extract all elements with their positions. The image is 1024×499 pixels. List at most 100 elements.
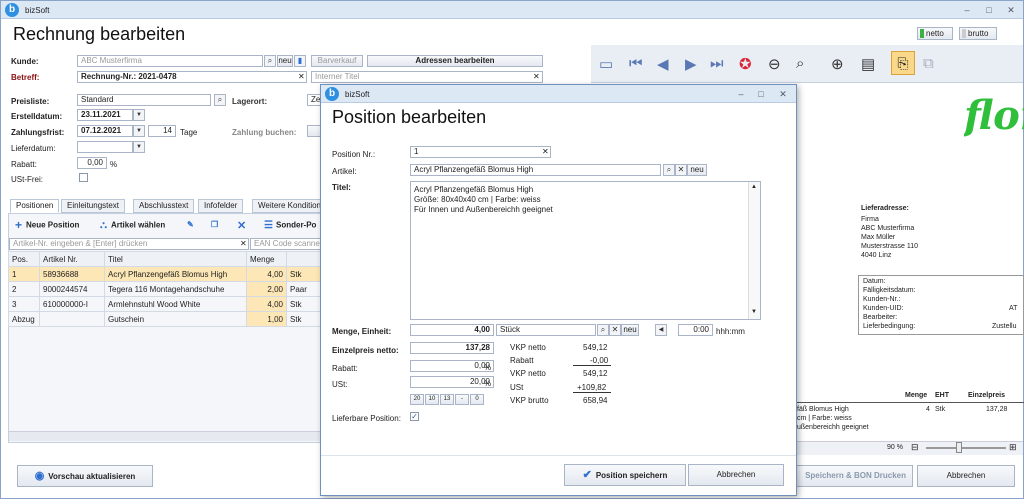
main-abbrechen-button[interactable]: Abbrechen <box>917 465 1015 487</box>
artikel-neu-button[interactable]: neu <box>687 164 707 176</box>
lieferdatum-dropdown-icon[interactable]: ▼ <box>133 141 145 153</box>
interner-titel-input[interactable]: Interner Titel <box>311 71 543 83</box>
rabatt-input[interactable]: 0,00 <box>77 157 107 169</box>
last-page-icon[interactable]: ⏭ <box>710 55 724 72</box>
zoom-in-icon[interactable]: ⊕ <box>831 55 844 73</box>
menge-input[interactable]: 4,00 <box>410 324 494 336</box>
sonder-position-button[interactable]: ☰ Sonder-Po <box>263 220 321 231</box>
artikel-search-icon[interactable]: ⌕ <box>663 164 675 176</box>
page-icon[interactable]: ▤ <box>861 55 875 73</box>
einheit-clear-icon[interactable]: ✕ <box>609 324 621 336</box>
erstelldatum-dropdown-icon[interactable]: ▼ <box>133 109 145 121</box>
kunde-neu-button[interactable]: neu <box>277 55 293 67</box>
tab-positionen[interactable]: Positionen <box>10 199 60 213</box>
dialog-close-icon[interactable]: ✕ <box>775 88 791 100</box>
chart-icon[interactable]: ▮ <box>294 55 306 67</box>
lieferbare-checkbox[interactable]: ✓ <box>410 412 419 421</box>
next-page-icon[interactable]: ▶ <box>685 55 697 73</box>
col-menge[interactable]: Menge <box>246 251 287 267</box>
einheit-input[interactable]: Stück <box>496 324 596 336</box>
delete-icon[interactable]: ✕ <box>237 219 246 232</box>
position-nr-clear-icon[interactable]: ✕ <box>542 147 549 156</box>
tab-infofelder[interactable]: Infofelder <box>198 199 244 213</box>
erstelldatum-input[interactable]: 23.11.2021 <box>77 109 133 121</box>
compass-icon[interactable]: ✪ <box>739 55 752 73</box>
edit-icon[interactable]: ✎ <box>187 220 194 229</box>
ust-frei-checkbox[interactable] <box>79 173 88 182</box>
prev-page-icon[interactable]: ◀ <box>657 55 669 73</box>
adressen-bearbeiten-button[interactable]: Adressen bearbeiten <box>367 55 543 67</box>
ust-chip-20[interactable]: 20 <box>410 394 424 405</box>
col-artikel-nr[interactable]: Artikel Nr. <box>39 251 105 267</box>
artikel-waehlen-button[interactable]: ⛬ Artikel wählen <box>98 220 165 231</box>
table-row[interactable]: 3 610000000-I Armlehnstuhl Wood White 4,… <box>8 296 323 312</box>
cell-menge[interactable]: 2,00 <box>246 281 287 297</box>
zahlungsfrist-dropdown-icon[interactable]: ▼ <box>133 125 145 137</box>
artikel-nr-input[interactable]: Artikel-Nr. eingeben & [Enter] drücken <box>9 238 249 250</box>
tab-abschlusstext[interactable]: Abschlusstext <box>133 199 195 213</box>
time-prev-icon[interactable]: ◀ <box>655 324 667 336</box>
cell-menge[interactable]: 1,00 <box>246 311 287 327</box>
kunde-input[interactable]: ABC Musterfirma <box>77 55 263 67</box>
col-einheit[interactable] <box>286 251 323 267</box>
kunde-search-icon[interactable]: ⌕ <box>264 55 276 67</box>
preisliste-search-icon[interactable]: ⌕ <box>214 94 226 106</box>
maximize-icon[interactable]: □ <box>981 4 997 16</box>
zoom-out-icon[interactable]: ⊖ <box>768 55 781 73</box>
speichern-bon-button[interactable]: Speichern & BON Drucken <box>791 465 913 487</box>
ean-input[interactable]: EAN Code scannen <box>250 238 322 250</box>
ust-chip-10[interactable]: 10 <box>425 394 439 405</box>
betreff-input[interactable]: Rechnung-Nr.: 2021-0478 <box>77 71 307 83</box>
multi-page-icon[interactable]: ⧉ <box>923 55 934 72</box>
dialog-rabatt-input[interactable]: 0,00 <box>410 360 494 372</box>
first-page-icon[interactable]: ⏮ <box>629 55 643 72</box>
copy-icon[interactable]: ❐ <box>211 220 218 229</box>
zahlungsfrist-input[interactable]: 07.12.2021 <box>77 125 133 137</box>
col-titel[interactable]: Titel <box>104 251 247 267</box>
artikel-nr-clear-icon[interactable]: ✕ <box>240 239 247 248</box>
scroll-down-icon[interactable]: ▼ <box>751 309 757 315</box>
position-speichern-button[interactable]: ✔ Position speichern <box>564 464 686 486</box>
zoom-plus-icon[interactable]: ⊞ <box>1009 442 1017 453</box>
table-horizontal-scrollbar[interactable] <box>9 431 322 441</box>
position-nr-input[interactable]: 1 <box>410 146 551 158</box>
zoom-icon[interactable]: ⌕ <box>796 55 804 72</box>
dialog-maximize-icon[interactable]: □ <box>753 88 769 100</box>
ust-chip-dash[interactable]: - <box>455 394 469 405</box>
preisliste-input[interactable]: Standard <box>77 94 211 106</box>
ust-chip-0[interactable]: 0 <box>470 394 484 405</box>
titel-scrollbar[interactable]: ▲ ▼ <box>748 182 760 319</box>
cell-menge[interactable]: 4,00 <box>246 296 287 312</box>
table-row[interactable]: 1 58936688 Acryl Pflanzengefäß Blomus Hi… <box>8 266 323 282</box>
col-pos[interactable]: Pos. <box>8 251 40 267</box>
zoom-slider-track[interactable] <box>926 447 1006 449</box>
zoom-minus-icon[interactable]: ⊟ <box>911 442 919 453</box>
barverkauf-button[interactable]: Barverkauf <box>311 55 363 67</box>
brutto-toggle[interactable]: brutto <box>959 27 997 40</box>
cell-menge[interactable]: 4,00 <box>246 266 287 282</box>
print-layout-icon[interactable]: ▭ <box>599 55 613 73</box>
vorschau-aktualisieren-button[interactable]: ◉ Vorschau aktualisieren <box>17 465 153 487</box>
tab-weitere-konditionen[interactable]: Weitere Konditionen <box>252 199 322 213</box>
einheit-neu-button[interactable]: neu <box>621 324 639 336</box>
time-input[interactable]: 0:00 <box>678 324 713 336</box>
tab-einleitungstext[interactable]: Einleitungstext <box>61 199 126 213</box>
zoom-slider-thumb[interactable] <box>956 442 962 453</box>
minimize-icon[interactable]: – <box>959 4 975 16</box>
netto-toggle[interactable]: netto <box>917 27 953 40</box>
betreff-clear-icon[interactable]: ✕ <box>298 72 305 81</box>
ust-chip-13[interactable]: 13 <box>440 394 454 405</box>
neue-position-button[interactable]: + Neue Position <box>13 219 79 231</box>
table-row[interactable]: 2 9000244574 Tegera 116 Montagehandschuh… <box>8 281 323 297</box>
page-layout-icon[interactable]: ⎘ <box>891 51 915 75</box>
interner-titel-clear-icon[interactable]: ✕ <box>533 72 540 81</box>
lieferdatum-input[interactable] <box>77 141 133 153</box>
einheit-search-icon[interactable]: ⌕ <box>597 324 609 336</box>
artikel-clear-icon[interactable]: ✕ <box>675 164 687 176</box>
einzelpreis-input[interactable]: 137,28 <box>410 342 494 354</box>
tage-input[interactable]: 14 <box>148 125 176 137</box>
artikel-input[interactable]: Acryl Pflanzengefäß Blomus High <box>410 164 661 176</box>
dialog-abbrechen-button[interactable]: Abbrechen <box>688 464 784 486</box>
dialog-minimize-icon[interactable]: – <box>733 88 749 100</box>
scroll-up-icon[interactable]: ▲ <box>751 184 757 190</box>
